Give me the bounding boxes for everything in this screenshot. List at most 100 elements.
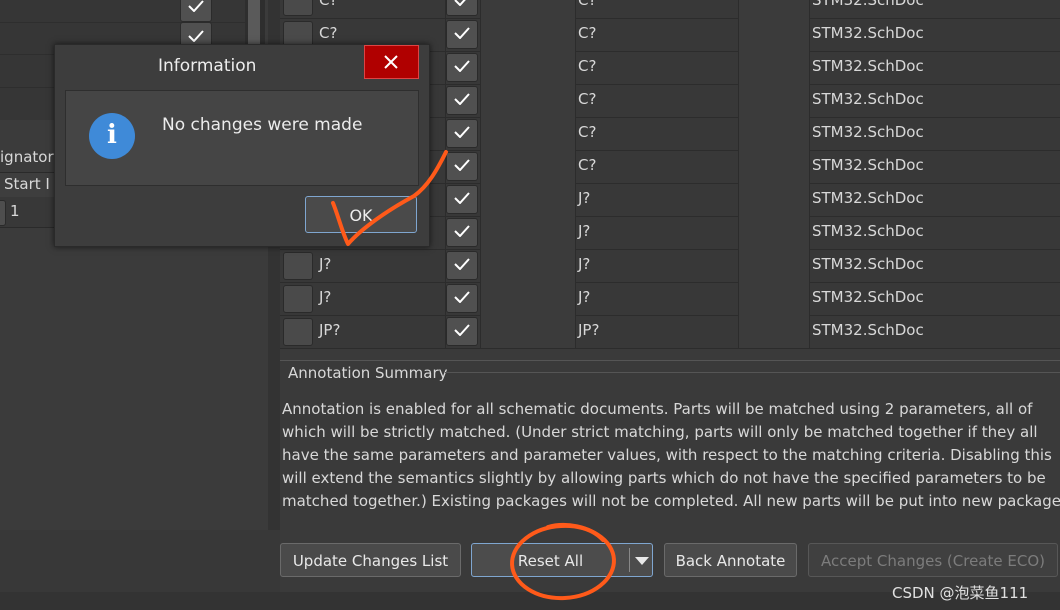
document-name: STM32.SchDoc [812, 189, 924, 207]
document-name: STM32.SchDoc [812, 222, 924, 240]
dialog-title: Information [158, 56, 257, 76]
current-cell: C? [280, 0, 446, 18]
document-name: STM32.SchDoc [812, 255, 924, 273]
designator-label: ignator [0, 148, 54, 166]
proposed-cell [576, 18, 739, 51]
row-enabled-checkbox[interactable] [446, 284, 478, 313]
current-designator: JP? [319, 321, 341, 339]
chevron-down-icon[interactable] [635, 557, 649, 565]
blank-cell [739, 150, 810, 183]
split-divider [629, 548, 630, 572]
blank-cell [481, 51, 576, 84]
document-name: STM32.SchDoc [812, 321, 924, 339]
check-icon [454, 27, 470, 39]
blank-cell [481, 282, 576, 315]
row-enabled-checkbox[interactable] [446, 185, 478, 214]
proposed-cell [576, 315, 739, 348]
row-select-checkbox[interactable] [283, 285, 313, 313]
document-name: STM32.SchDoc [812, 0, 924, 9]
check-cell [446, 315, 481, 348]
proposed-designator: J? [578, 189, 591, 207]
row-select-checkbox[interactable] [283, 0, 313, 16]
check-icon [454, 93, 470, 105]
row-enabled-checkbox[interactable] [446, 218, 478, 247]
check-icon [454, 60, 470, 72]
check-cell [446, 84, 481, 117]
row-enabled-checkbox[interactable] [446, 20, 478, 49]
check-cell [446, 0, 481, 18]
current-designator: C? [319, 24, 338, 42]
row-select-checkbox[interactable] [283, 252, 313, 280]
reset-all-button[interactable]: Reset All [471, 543, 653, 577]
proposed-cell [576, 150, 739, 183]
check-icon [454, 159, 470, 171]
proposed-cell [576, 84, 739, 117]
row-enabled-checkbox[interactable] [446, 152, 478, 181]
back-annotate-button[interactable]: Back Annotate [664, 543, 797, 577]
annotation-summary-title: Annotation Summary [288, 364, 448, 382]
table-row[interactable]: C? C? STM32.SchDoc [280, 0, 1060, 19]
check-cell [446, 51, 481, 84]
current-cell: J? [280, 282, 446, 315]
info-icon: i [89, 113, 135, 159]
blank-cell [481, 18, 576, 51]
document-name: STM32.SchDoc [812, 288, 924, 306]
start-index-value[interactable]: 1 [10, 202, 20, 220]
check-icon [454, 258, 470, 270]
check-icon [454, 225, 470, 237]
blank-cell [739, 216, 810, 249]
left-checkbox[interactable] [180, 0, 212, 22]
proposed-cell [576, 183, 739, 216]
check-cell [446, 18, 481, 51]
update-changes-list-button[interactable]: Update Changes List [280, 543, 461, 577]
check-icon [454, 126, 470, 138]
proposed-designator: C? [578, 57, 597, 75]
blank-cell [481, 315, 576, 348]
row-enabled-checkbox[interactable] [446, 251, 478, 280]
close-button[interactable] [364, 45, 419, 79]
check-icon [454, 291, 470, 303]
check-icon [188, 30, 204, 42]
blank-cell [481, 117, 576, 150]
check-icon [454, 324, 470, 336]
row-enabled-checkbox[interactable] [446, 317, 478, 346]
check-cell [446, 150, 481, 183]
table-row[interactable]: J? J? STM32.SchDoc [280, 249, 1060, 283]
row-select-checkbox[interactable] [283, 318, 313, 346]
blank-cell [739, 0, 810, 18]
accept-changes-button[interactable]: Accept Changes (Create ECO) [808, 543, 1058, 577]
blank-cell [481, 0, 576, 18]
summary-divider [445, 372, 1060, 373]
proposed-designator: C? [578, 24, 597, 42]
proposed-designator: JP? [578, 321, 600, 339]
check-cell [446, 282, 481, 315]
current-designator: J? [319, 288, 332, 306]
blank-cell [739, 84, 810, 117]
blank-cell [481, 183, 576, 216]
row-enabled-checkbox[interactable] [446, 0, 478, 16]
check-cell [446, 117, 481, 150]
row-enabled-checkbox[interactable] [446, 119, 478, 148]
proposed-cell [576, 51, 739, 84]
table-row[interactable]: J? J? STM32.SchDoc [280, 282, 1060, 316]
blank-cell [481, 216, 576, 249]
start-index-spin[interactable] [0, 200, 6, 226]
dialog-message: No changes were made [162, 115, 363, 135]
blank-cell [739, 282, 810, 315]
check-cell [446, 183, 481, 216]
blank-cell [739, 51, 810, 84]
proposed-cell [576, 282, 739, 315]
check-cell [446, 216, 481, 249]
ok-button[interactable]: OK [305, 196, 417, 233]
close-icon [384, 55, 398, 69]
check-cell [446, 249, 481, 282]
proposed-designator: C? [578, 123, 597, 141]
blank-cell [739, 18, 810, 51]
row-enabled-checkbox[interactable] [446, 86, 478, 115]
document-name: STM32.SchDoc [812, 24, 924, 42]
proposed-cell [576, 249, 739, 282]
row-enabled-checkbox[interactable] [446, 53, 478, 82]
table-row[interactable]: JP? JP? STM32.SchDoc [280, 315, 1060, 349]
proposed-cell [576, 117, 739, 150]
check-icon [188, 0, 204, 12]
